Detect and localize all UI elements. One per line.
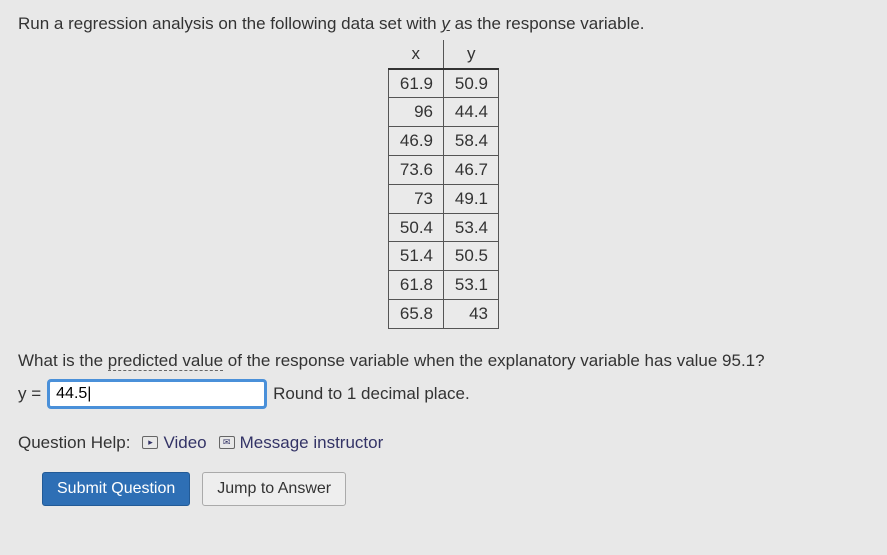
video-label: Video (163, 431, 206, 455)
table-row: 61.950.9 (389, 69, 499, 98)
question-text: What is the predicted value of the respo… (18, 349, 869, 373)
table-row: 7349.1 (389, 184, 499, 213)
table-row: 51.450.5 (389, 242, 499, 271)
cell-y: 43 (444, 299, 499, 328)
cell-x: 61.8 (389, 271, 444, 300)
cell-x: 51.4 (389, 242, 444, 271)
prompt-text: Run a regression analysis on the followi… (18, 12, 869, 36)
cell-x: 73.6 (389, 155, 444, 184)
cell-y: 50.5 (444, 242, 499, 271)
question-lead: What is the (18, 351, 108, 370)
answer-input[interactable] (47, 379, 267, 409)
question-underlined: predicted value (108, 351, 223, 371)
button-row: Submit Question Jump to Answer (18, 472, 869, 506)
mail-icon: ✉ (219, 436, 235, 449)
cell-x: 65.8 (389, 299, 444, 328)
answer-suffix: Round to 1 decimal place. (273, 382, 470, 406)
cell-x: 61.9 (389, 69, 444, 98)
cell-y: 58.4 (444, 127, 499, 156)
cell-y: 53.1 (444, 271, 499, 300)
cell-x: 96 (389, 98, 444, 127)
help-label: Question Help: (18, 431, 130, 455)
jump-to-answer-button[interactable]: Jump to Answer (202, 472, 346, 506)
cell-x: 73 (389, 184, 444, 213)
answer-row: y = Round to 1 decimal place. (18, 379, 869, 409)
table-row: 46.958.4 (389, 127, 499, 156)
cell-y: 50.9 (444, 69, 499, 98)
message-label: Message instructor (240, 431, 384, 455)
submit-button[interactable]: Submit Question (42, 472, 190, 506)
help-row: Question Help: ▸ Video ✉ Message instruc… (18, 431, 869, 455)
table-row: 73.646.7 (389, 155, 499, 184)
prompt-y-var: y (441, 14, 450, 33)
message-instructor-link[interactable]: ✉ Message instructor (219, 431, 384, 455)
cell-y: 46.7 (444, 155, 499, 184)
data-table: x y 61.950.99644.446.958.473.646.77349.1… (388, 40, 499, 329)
cell-y: 49.1 (444, 184, 499, 213)
table-row: 65.843 (389, 299, 499, 328)
cell-y: 53.4 (444, 213, 499, 242)
play-icon: ▸ (142, 436, 158, 449)
video-link[interactable]: ▸ Video (142, 431, 206, 455)
table-row: 50.453.4 (389, 213, 499, 242)
table-header-x: x (389, 40, 444, 69)
prompt-lead: Run a regression analysis on the followi… (18, 14, 441, 33)
table-row: 61.853.1 (389, 271, 499, 300)
cell-y: 44.4 (444, 98, 499, 127)
table-row: 9644.4 (389, 98, 499, 127)
cell-x: 50.4 (389, 213, 444, 242)
prompt-tail: as the response variable. (450, 14, 645, 33)
table-header-y: y (444, 40, 499, 69)
question-tail: of the response variable when the explan… (223, 351, 765, 370)
answer-prefix: y = (18, 382, 41, 406)
cell-x: 46.9 (389, 127, 444, 156)
